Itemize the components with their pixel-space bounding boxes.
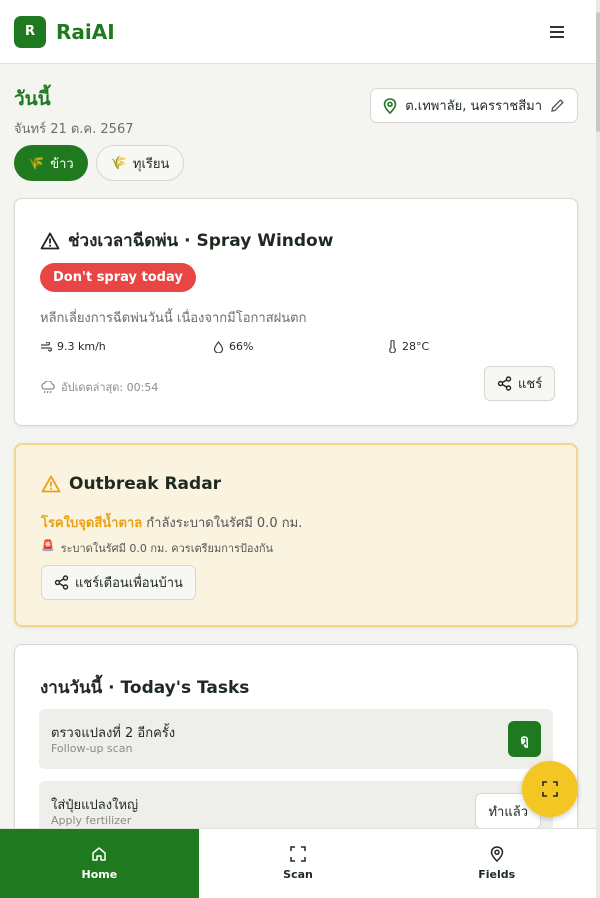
updated-row: อัปเดตล่าสุด: 00:54 xyxy=(40,378,158,396)
outbreak-alert-text: ระบาดในรัศมี 0.0 กม. ควรเตรียมการป้องกัน xyxy=(60,542,274,555)
task-item: ใส่ปุ๋ยแปลงใหญ่ Apply fertilizer ทำแล้ว xyxy=(39,781,553,828)
siren-icon: 🚨 xyxy=(41,539,55,552)
spray-window-title: ช่วงเวลาฉีดพ่น · Spray Window xyxy=(68,231,334,251)
nav-scan[interactable]: Scan xyxy=(199,829,398,898)
spray-window-card: ช่วงเวลาฉีดพ่น · Spray Window Don't spra… xyxy=(14,198,578,426)
share-icon xyxy=(54,575,69,590)
temperature-metric: 28°C xyxy=(388,340,429,353)
rain-cloud-icon xyxy=(41,380,55,393)
map-pin-icon xyxy=(383,97,397,114)
hamburger-menu-icon xyxy=(550,25,564,38)
scrollbar[interactable] xyxy=(596,0,600,898)
menu-button[interactable] xyxy=(546,21,568,43)
home-icon xyxy=(92,847,107,861)
humidity-value: 66% xyxy=(229,340,254,353)
bottom-nav: Home Scan Fields xyxy=(0,828,596,898)
outbreak-status: โรคใบจุดสีน้ำตาล กำลังระบาดในรัศมี 0.0 ก… xyxy=(41,512,302,533)
crop-tabs: 🌾 ข้าว 🌾 ทุเรียน xyxy=(14,145,185,181)
warning-triangle-icon xyxy=(40,232,60,249)
humidity-metric: 66% xyxy=(213,340,253,353)
app-logo: R xyxy=(14,15,46,48)
task-title: ตรวจแปลงที่ 2 อีกครั้ง xyxy=(51,726,176,741)
outbreak-title: Outbreak Radar xyxy=(69,474,222,494)
today-tasks-card: งานวันนี้ · Today's Tasks ตรวจแปลงที่ 2 … xyxy=(14,644,578,828)
task-subtitle: Apply fertilizer xyxy=(51,814,132,827)
wind-metric: 9.3 km/h xyxy=(40,340,106,353)
app-bar: R RaiAI xyxy=(0,0,596,64)
nav-home-label: Home xyxy=(81,868,118,881)
nav-scan-label: Scan xyxy=(283,868,313,881)
warning-triangle-icon xyxy=(41,475,61,493)
spray-window-title-row: ช่วงเวลาฉีดพ่น · Spray Window xyxy=(40,227,333,254)
location-text: ต.เทพาลัย, นครราชสีมา xyxy=(405,99,542,114)
nav-fields[interactable]: Fields xyxy=(397,829,596,898)
task-subtitle: Follow-up scan xyxy=(51,742,133,755)
scan-icon xyxy=(290,846,306,862)
updated-text: อัปเดตล่าสุด: 00:54 xyxy=(61,381,159,394)
temperature-value: 28°C xyxy=(402,340,430,353)
map-pin-icon xyxy=(490,846,503,862)
crop-chip-durian[interactable]: 🌾 ทุเรียน xyxy=(95,145,185,181)
nav-home[interactable]: Home xyxy=(0,829,199,898)
outbreak-status-text: กำลังระบาดในรัศมี 0.0 กม. xyxy=(146,516,303,531)
crop-chip-rice[interactable]: 🌾 ข้าว xyxy=(14,145,88,181)
outbreak-disease: โรคใบจุดสีน้ำตาล xyxy=(41,516,143,531)
nav-fields-label: Fields xyxy=(478,868,516,881)
task-item: ตรวจแปลงที่ 2 อีกครั้ง Follow-up scan ดู xyxy=(39,709,553,769)
crop-chip-label: ทุเรียน xyxy=(132,156,170,172)
spray-advice: หลีกเลี่ยงการฉีดพ่นวันนี้ เนื่องจากมีโอก… xyxy=(40,311,307,326)
share-icon xyxy=(497,376,512,391)
spray-status-badge: Don't spray today xyxy=(40,263,196,292)
outbreak-alert: 🚨 ระบาดในรัศมี 0.0 กม. ควรเตรียมการป้องก… xyxy=(41,539,273,557)
scrollbar-thumb[interactable] xyxy=(596,12,600,132)
thermometer-icon xyxy=(389,340,396,353)
scan-fab-button[interactable] xyxy=(522,761,578,817)
humidity-icon xyxy=(213,340,224,353)
location-button[interactable]: ต.เทพาลัย, นครราชสีมา xyxy=(370,88,578,123)
share-warning-label: แชร์เตือนเพื่อนบ้าน xyxy=(75,576,183,591)
task-title: ใส่ปุ๋ยแปลงใหญ่ xyxy=(51,798,139,813)
share-warning-button[interactable]: แชร์เตือนเพื่อนบ้าน xyxy=(41,565,196,600)
wind-icon xyxy=(41,341,52,352)
outbreak-radar-card: Outbreak Radar โรคใบจุดสีน้ำตาล กำลังระบ… xyxy=(14,443,578,627)
share-button[interactable]: แชร์ xyxy=(484,366,556,401)
tasks-title: งานวันนี้ · Today's Tasks xyxy=(40,678,250,698)
main-content: วันนี้ จันทร์ 21 ต.ค. 2567 ต.เทพาลัย, นค… xyxy=(0,64,596,828)
app-name: RaiAI xyxy=(56,19,115,44)
share-label: แชร์ xyxy=(518,377,543,392)
crop-chip-label: ข้าว xyxy=(50,156,74,172)
scan-frame-icon xyxy=(542,781,558,797)
durian-icon: 🌾 xyxy=(110,155,127,171)
wind-value: 9.3 km/h xyxy=(57,340,106,353)
rice-icon: 🌾 xyxy=(28,155,45,171)
pencil-edit-icon xyxy=(551,99,564,112)
view-task-button[interactable]: ดู xyxy=(508,721,541,757)
date-row: วันนี้ จันทร์ 21 ต.ค. 2567 ต.เทพาลัย, นค… xyxy=(14,84,578,137)
outbreak-title-row: Outbreak Radar xyxy=(41,474,221,494)
